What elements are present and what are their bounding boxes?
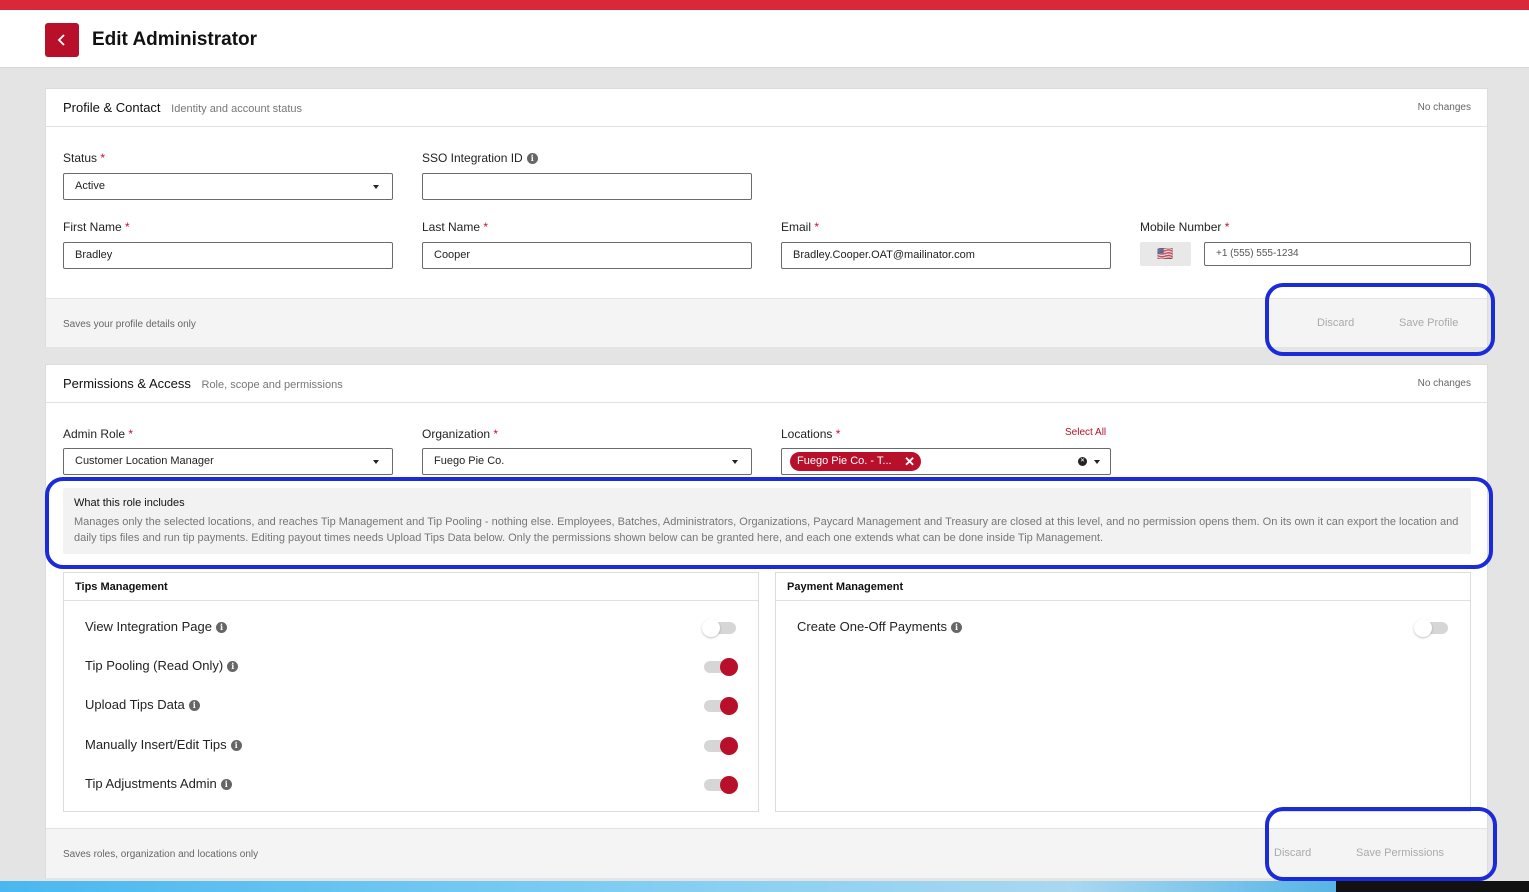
- discard-permissions-button[interactable]: Discard: [1274, 847, 1311, 859]
- info-icon[interactable]: i: [188, 700, 200, 712]
- caret-down-icon: [373, 185, 379, 189]
- tips-management-panel: Tips Management View Integration Page i T…: [63, 572, 759, 812]
- role-info-body: Manages only the selected locations, and…: [74, 516, 1459, 544]
- caret-down-icon: [1094, 460, 1100, 464]
- last-name-input[interactable]: Cooper: [422, 242, 752, 269]
- permission-row: Manually Insert/Edit Tips i: [85, 737, 242, 752]
- tip-adjustments-admin-toggle[interactable]: [704, 776, 738, 794]
- locations-multiselect[interactable]: Fuego Pie Co. - T... ✕ ✕: [781, 448, 1111, 475]
- permissions-card-footer: Saves roles, organization and locations …: [46, 828, 1487, 878]
- role-info-title: What this role includes: [74, 497, 185, 509]
- admin-role-value: Customer Location Manager: [75, 455, 214, 467]
- clear-icon[interactable]: ✕: [1078, 457, 1087, 466]
- tip-pooling-toggle[interactable]: [704, 658, 738, 676]
- role-info-panel: What this role includes Manages only the…: [63, 488, 1471, 554]
- permission-row: Tip Pooling (Read Only) i: [85, 658, 239, 673]
- caret-down-icon: [732, 460, 738, 464]
- permission-row: Tip Adjustments Admin i: [85, 776, 232, 791]
- status-value: Active: [75, 180, 105, 192]
- info-icon[interactable]: i: [227, 661, 239, 673]
- mobile-input[interactable]: +1 (555) 555-1234: [1204, 242, 1471, 266]
- page-header: Edit Administrator: [0, 10, 1529, 68]
- sso-label: SSO Integration ID i: [422, 151, 538, 165]
- profile-change-status: No changes: [1417, 102, 1471, 113]
- profile-card-footer: Saves your profile details only Discard …: [46, 298, 1487, 347]
- locations-label: Locations *: [781, 427, 841, 441]
- organization-value: Fuego Pie Co.: [434, 455, 505, 467]
- taskbar-corner: [1336, 881, 1529, 892]
- permissions-card-subtitle: Role, scope and permissions: [201, 379, 343, 391]
- caret-down-icon: [373, 460, 379, 464]
- location-chip-label: Fuego Pie Co. - T...: [797, 455, 892, 467]
- taskbar-strip: [0, 881, 1529, 892]
- back-button[interactable]: [45, 23, 79, 57]
- info-icon[interactable]: i: [220, 779, 232, 791]
- upload-tips-data-toggle[interactable]: [704, 697, 738, 715]
- profile-card: Profile & Contact Identity and account s…: [45, 88, 1488, 347]
- status-select[interactable]: Active: [63, 173, 393, 200]
- first-name-label: First Name *: [63, 220, 130, 234]
- page-title: Edit Administrator: [92, 29, 258, 50]
- last-name-label: Last Name *: [422, 220, 489, 234]
- manually-insert-edit-tips-toggle[interactable]: [704, 737, 738, 755]
- info-icon[interactable]: i: [215, 622, 227, 634]
- permissions-card-title: Permissions & Access: [63, 376, 191, 391]
- profile-card-subtitle: Identity and account status: [171, 103, 303, 115]
- status-label: Status *: [63, 151, 106, 165]
- discard-profile-button[interactable]: Discard: [1317, 317, 1354, 329]
- top-accent-bar: [0, 0, 1529, 10]
- tips-management-title: Tips Management: [64, 573, 758, 601]
- first-name-input[interactable]: Bradley: [63, 242, 393, 269]
- country-flag-select[interactable]: 🇺🇸: [1140, 242, 1191, 266]
- permissions-card: Permissions & Access Role, scope and per…: [45, 364, 1488, 878]
- profile-card-header: Profile & Contact Identity and account s…: [46, 89, 1487, 127]
- profile-card-title: Profile & Contact: [63, 100, 161, 115]
- organization-select[interactable]: Fuego Pie Co.: [422, 448, 752, 475]
- permissions-change-status: No changes: [1417, 378, 1471, 389]
- info-icon[interactable]: i: [951, 622, 963, 634]
- permission-row: Upload Tips Data i: [85, 697, 200, 712]
- sso-input[interactable]: [422, 173, 752, 200]
- info-icon[interactable]: i: [230, 740, 242, 752]
- profile-footer-note: Saves your profile details only: [63, 319, 196, 330]
- view-integration-page-toggle[interactable]: [702, 619, 736, 637]
- info-icon[interactable]: i: [526, 153, 538, 165]
- permissions-card-header: Permissions & Access Role, scope and per…: [46, 365, 1487, 403]
- organization-label: Organization *: [422, 427, 499, 441]
- payment-management-title: Payment Management: [776, 573, 1470, 601]
- create-one-off-payments-toggle[interactable]: [1414, 619, 1448, 637]
- save-profile-button[interactable]: Save Profile: [1399, 317, 1458, 329]
- email-label: Email *: [781, 220, 820, 234]
- permission-row: Create One-Off Payments i: [797, 619, 963, 634]
- permission-row: View Integration Page i: [85, 619, 227, 634]
- remove-chip-icon[interactable]: ✕: [904, 452, 915, 471]
- location-chip: Fuego Pie Co. - T... ✕: [790, 452, 921, 471]
- chevron-left-icon: [57, 34, 65, 46]
- mobile-label: Mobile Number *: [1140, 220, 1230, 234]
- email-input[interactable]: Bradley.Cooper.OAT@mailinator.com: [781, 242, 1111, 269]
- admin-role-label: Admin Role *: [63, 427, 134, 441]
- payment-management-panel: Payment Management Create One-Off Paymen…: [775, 572, 1471, 812]
- admin-role-select[interactable]: Customer Location Manager: [63, 448, 393, 475]
- select-all-link[interactable]: Select All: [1065, 427, 1106, 438]
- permissions-footer-note: Saves roles, organization and locations …: [63, 849, 259, 860]
- save-permissions-button[interactable]: Save Permissions: [1356, 847, 1444, 859]
